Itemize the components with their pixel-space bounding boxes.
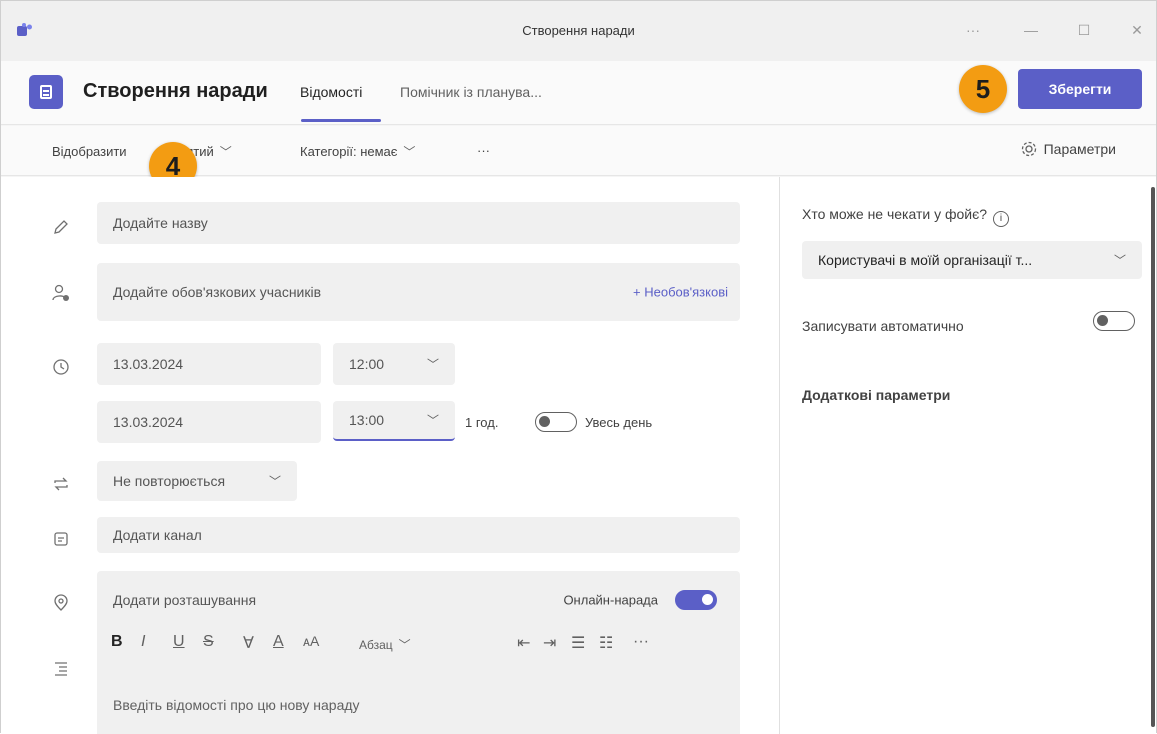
- online-meeting-toggle[interactable]: [675, 590, 717, 610]
- online-meeting-label: Онлайн-нарада: [563, 592, 658, 608]
- chevron-down-icon: ﹀: [219, 145, 232, 159]
- details-editor[interactable]: Введіть відомості про цю нову нараду: [97, 667, 740, 734]
- active-tab-indicator: [301, 119, 381, 122]
- clock-icon: [53, 359, 69, 375]
- chevron-down-icon: ﹀: [398, 638, 411, 652]
- repeat-value: Не повторюється: [113, 473, 226, 489]
- all-day-toggle[interactable]: [535, 412, 577, 432]
- title-bar: Створення наради ··· — ☐ ✕: [1, 1, 1156, 61]
- title-field[interactable]: Додайте назву: [97, 202, 740, 244]
- minimize-icon[interactable]: —: [1019, 19, 1043, 41]
- font-size-button[interactable]: ᴀA: [303, 633, 319, 649]
- details-placeholder: Введіть відомості про цю нову нараду: [113, 697, 360, 713]
- start-time: 12:00: [349, 356, 385, 372]
- italic-button[interactable]: I: [141, 633, 145, 651]
- outdent-button[interactable]: ⇤: [517, 633, 530, 653]
- underline-button[interactable]: U: [173, 633, 185, 651]
- end-time: 13:00: [349, 412, 385, 428]
- repeat-dropdown[interactable]: Не повторюється ﹀: [97, 461, 297, 501]
- pencil-icon: [54, 220, 68, 234]
- channel-field[interactable]: Додати канал: [97, 517, 740, 553]
- category-dropdown[interactable]: Категорії: немає ﹀: [300, 143, 415, 160]
- close-icon[interactable]: ✕: [1125, 19, 1149, 41]
- location-icon: [54, 594, 68, 611]
- lobby-label: Хто може не чекати у фойє?: [802, 206, 988, 222]
- title-placeholder: Додайте назву: [113, 215, 208, 231]
- more-options-link[interactable]: Додаткові параметри: [802, 387, 950, 403]
- more-window-icon[interactable]: ···: [961, 19, 985, 41]
- auto-record-toggle[interactable]: [1093, 311, 1135, 331]
- paragraph-dropdown[interactable]: Абзац ﹀: [359, 636, 411, 653]
- maximize-icon[interactable]: ☐: [1072, 19, 1096, 41]
- channel-placeholder: Додати канал: [113, 527, 202, 543]
- highlight-button[interactable]: ∀: [243, 633, 254, 653]
- lobby-value: Користувачі в моїй організації т...: [818, 252, 1033, 268]
- more-options-button[interactable]: ···: [477, 143, 490, 158]
- start-date-field[interactable]: 13.03.2024: [97, 343, 321, 385]
- duration-label: 1 год.: [465, 415, 499, 430]
- strikethrough-button[interactable]: S: [203, 633, 214, 651]
- indent-button[interactable]: ⇥: [543, 633, 556, 653]
- details-icon: [55, 662, 67, 676]
- show-as-prefix: Відобразити: [52, 144, 127, 159]
- chevron-down-icon: ﹀: [403, 145, 416, 159]
- save-button[interactable]: Зберегти: [1018, 69, 1142, 109]
- page-title: Створення наради: [83, 80, 268, 102]
- meeting-window: Створення наради ··· — ☐ ✕ Створення нар…: [0, 0, 1157, 734]
- tab-details[interactable]: Відомості: [300, 84, 362, 100]
- info-icon[interactable]: i: [993, 211, 1010, 227]
- auto-record-label: Записувати автоматично: [802, 318, 964, 334]
- people-add-icon: [52, 284, 69, 301]
- bold-button[interactable]: B: [111, 633, 123, 651]
- category-label: Категорії: немає: [300, 144, 398, 159]
- location-placeholder: Додати розташування: [113, 592, 257, 608]
- end-date: 13.03.2024: [113, 414, 184, 430]
- show-as-dropdown[interactable]: Відобразитиайнятий﹀: [52, 143, 232, 160]
- meeting-header: Створення наради Відомості Помічник із п…: [1, 61, 1156, 125]
- numbered-list-button[interactable]: ☷: [599, 633, 613, 653]
- calendar-icon: [29, 75, 63, 109]
- step-badge-5: 5: [959, 65, 1007, 113]
- settings-button[interactable]: Параметри: [1020, 140, 1116, 158]
- font-color-button[interactable]: A: [273, 633, 284, 651]
- attendees-placeholder: Додайте обов'язкових учасників: [113, 284, 322, 300]
- lobby-dropdown[interactable]: Користувачі в моїй організації т... ﹀: [802, 241, 1142, 279]
- more-formatting-button[interactable]: ···: [633, 633, 649, 651]
- paragraph-label: Абзац: [359, 638, 393, 652]
- lobby-question: Хто може не чекати у фойє? i: [802, 206, 1010, 227]
- bullet-list-button[interactable]: ☰: [571, 633, 585, 653]
- start-date: 13.03.2024: [113, 356, 184, 372]
- channel-icon: [54, 532, 68, 546]
- optional-attendees-link[interactable]: + Необов'язкові: [633, 285, 728, 300]
- side-scrollbar[interactable]: [1151, 187, 1155, 727]
- start-time-dropdown[interactable]: 12:00 ﹀: [333, 343, 455, 385]
- gear-icon: [1021, 141, 1036, 157]
- end-time-dropdown[interactable]: 13:00 ﹀: [333, 401, 455, 441]
- attendees-field[interactable]: Додайте обов'язкових учасників + Необов'…: [97, 263, 740, 321]
- settings-label: Параметри: [1043, 141, 1116, 157]
- all-day-label: Увесь день: [585, 415, 653, 430]
- chevron-down-icon: ﹀: [426, 413, 439, 428]
- chevron-down-icon: ﹀: [1113, 253, 1126, 268]
- editor-toolbar: B I U S ∀ A ᴀA Абзац ﹀ ⇤ ⇥ ☰ ☷ ···: [97, 621, 740, 667]
- chevron-down-icon: ﹀: [426, 357, 439, 372]
- repeat-icon: [54, 477, 68, 491]
- end-date-field[interactable]: 13.03.2024: [97, 401, 321, 443]
- tab-scheduling-assistant[interactable]: Помічник із планува...: [400, 84, 542, 100]
- chevron-down-icon: ﹀: [268, 474, 281, 489]
